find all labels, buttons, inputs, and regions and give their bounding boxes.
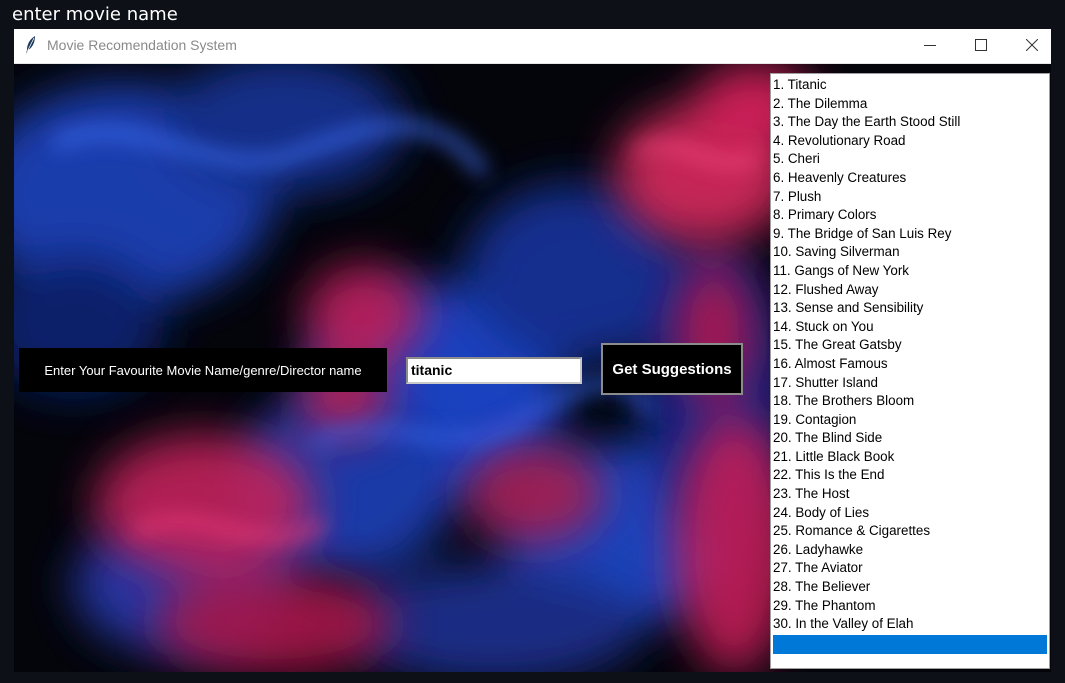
list-item[interactable]: 4. Revolutionary Road: [771, 132, 1049, 151]
app-window: Movie Recomendation System Enter Your Fa…: [14, 29, 1051, 672]
list-item[interactable]: 10. Saving Silverman: [771, 243, 1049, 262]
window-title: Movie Recomendation System: [47, 37, 237, 53]
close-icon: [1026, 39, 1038, 51]
list-item[interactable]: 30. In the Valley of Elah: [771, 615, 1049, 634]
list-item[interactable]: 20. The Blind Side: [771, 429, 1049, 448]
minimize-icon: [924, 45, 936, 46]
list-item[interactable]: 8. Primary Colors: [771, 206, 1049, 225]
list-item[interactable]: 21. Little Black Book: [771, 448, 1049, 467]
list-item[interactable]: 11. Gangs of New York: [771, 262, 1049, 281]
list-item[interactable]: 12. Flushed Away: [771, 281, 1049, 300]
list-item[interactable]: 22. This Is the End: [771, 466, 1049, 485]
maximize-icon: [975, 39, 987, 51]
list-item[interactable]: 25. Romance & Cigarettes: [771, 522, 1049, 541]
list-item[interactable]: 27. The Aviator: [771, 559, 1049, 578]
close-button[interactable]: [1009, 29, 1051, 61]
list-item[interactable]: 5. Cheri: [771, 150, 1049, 169]
get-suggestions-button[interactable]: Get Suggestions: [601, 343, 743, 395]
list-item[interactable]: 24. Body of Lies: [771, 504, 1049, 523]
list-item[interactable]: 7. Plush: [771, 188, 1049, 207]
list-item[interactable]: 16. Almost Famous: [771, 355, 1049, 374]
selected-empty-row[interactable]: [773, 635, 1047, 654]
title-bar[interactable]: Movie Recomendation System: [14, 29, 1051, 64]
list-item[interactable]: 26. Ladyhawke: [771, 541, 1049, 560]
list-item[interactable]: 13. Sense and Sensibility: [771, 299, 1049, 318]
list-item[interactable]: 3. The Day the Earth Stood Still: [771, 113, 1049, 132]
list-item[interactable]: 17. Shutter Island: [771, 374, 1049, 393]
movie-prompt-label: Enter Your Favourite Movie Name/genre/Di…: [19, 348, 387, 392]
list-item[interactable]: 29. The Phantom: [771, 597, 1049, 616]
list-item[interactable]: 15. The Great Gatsby: [771, 336, 1049, 355]
movie-search-input[interactable]: titanic: [406, 357, 582, 384]
list-item[interactable]: 14. Stuck on You: [771, 318, 1049, 337]
maximize-button[interactable]: [958, 29, 1004, 61]
list-item[interactable]: 2. The Dilemma: [771, 95, 1049, 114]
list-item[interactable]: 23. The Host: [771, 485, 1049, 504]
list-item[interactable]: 1. Titanic: [771, 76, 1049, 95]
list-item[interactable]: 18. The Brothers Bloom: [771, 392, 1049, 411]
list-item[interactable]: 19. Contagion: [771, 411, 1049, 430]
feather-icon: [26, 36, 35, 54]
suggestions-listbox[interactable]: 1. Titanic 2. The Dilemma 3. The Day the…: [770, 73, 1050, 669]
list-item[interactable]: 6. Heavenly Creatures: [771, 169, 1049, 188]
list-item[interactable]: 9. The Bridge of San Luis Rey: [771, 225, 1049, 244]
list-item[interactable]: 28. The Believer: [771, 578, 1049, 597]
minimize-button[interactable]: [907, 29, 953, 61]
client-area: Enter Your Favourite Movie Name/genre/Di…: [14, 64, 1051, 672]
console-output: enter movie name: [12, 4, 178, 25]
